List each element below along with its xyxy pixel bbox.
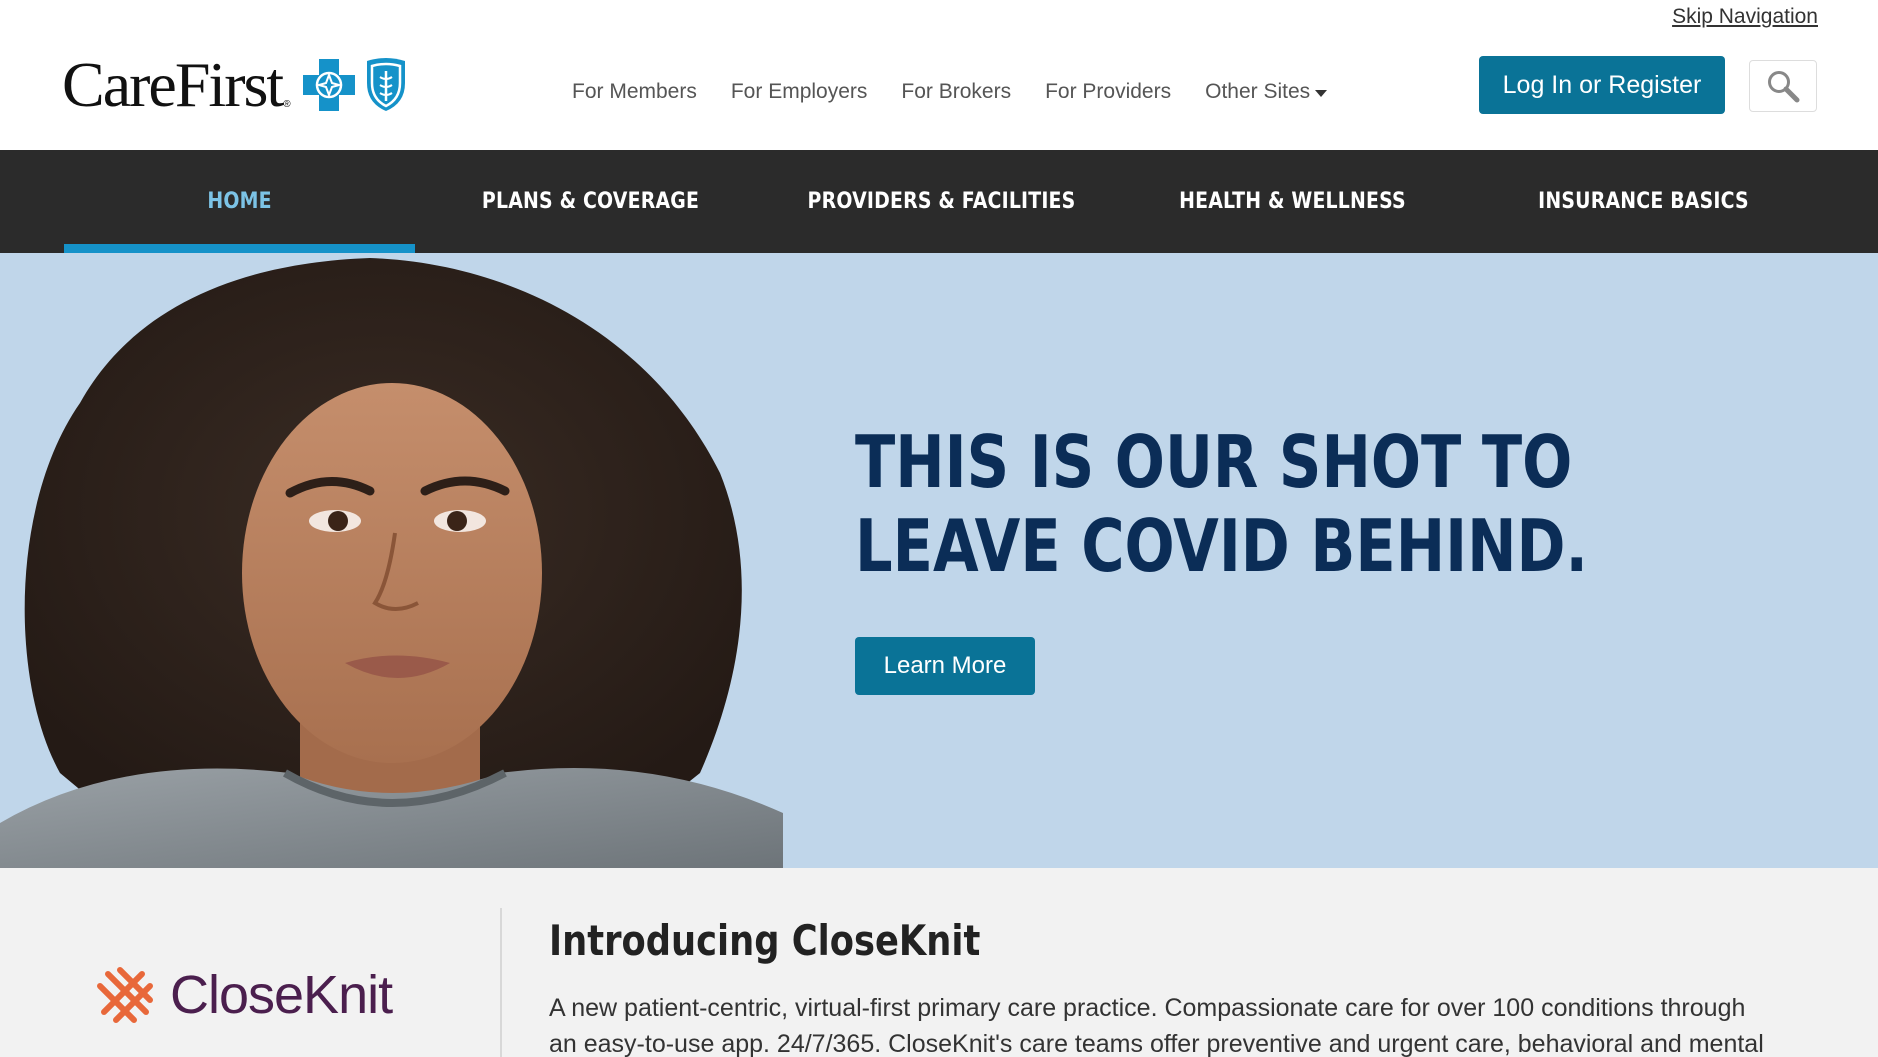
active-nav-indicator: [64, 244, 415, 253]
logo-wordmark: CareFirst: [62, 49, 284, 120]
for-providers-link[interactable]: For Providers: [1045, 80, 1171, 104]
blue-shield-icon: [366, 58, 405, 111]
site-header: Skip Navigation CareFirst ® For Members …: [0, 0, 1878, 150]
bcbs-marks: [301, 57, 409, 113]
nav-plans-coverage[interactable]: PLANS & COVERAGE: [440, 150, 742, 253]
hero-banner: THIS IS OUR SHOT TO LEAVE COVID BEHIND. …: [0, 253, 1878, 868]
promo-title: Introducing CloseKnit: [549, 916, 981, 965]
nav-home[interactable]: HOME: [89, 150, 391, 253]
search-icon: [1768, 71, 1800, 103]
hero-portrait-image: [0, 258, 783, 868]
main-navigation: HOME PLANS & COVERAGE PROVIDERS & FACILI…: [0, 150, 1878, 253]
for-employers-link[interactable]: For Employers: [731, 80, 868, 104]
closeknit-wordmark: CloseKnit: [170, 965, 393, 1025]
search-button[interactable]: [1749, 60, 1817, 112]
other-sites-label: Other Sites: [1205, 80, 1311, 103]
nav-health-wellness[interactable]: HEALTH & WELLNESS: [1142, 150, 1444, 253]
hero-headline-line-2: LEAVE COVID BEHIND.: [855, 504, 1588, 588]
closeknit-promo: CloseKnit Introducing CloseKnit A new pa…: [0, 868, 1878, 1057]
promo-description: A new patient-centric, virtual-first pri…: [549, 994, 1764, 1057]
nav-providers-facilities[interactable]: PROVIDERS & FACILITIES: [791, 150, 1093, 253]
for-members-link[interactable]: For Members: [572, 80, 697, 104]
caret-down-icon: [1315, 89, 1328, 97]
learn-more-button[interactable]: Learn More: [855, 637, 1035, 695]
login-register-button[interactable]: Log In or Register: [1479, 56, 1725, 114]
skip-navigation-link[interactable]: Skip Navigation: [1672, 5, 1818, 29]
blue-cross-icon: [302, 59, 355, 111]
closeknit-knot-icon: [97, 967, 153, 1023]
other-sites-dropdown[interactable]: Other Sites: [1205, 80, 1328, 104]
hero-headline: THIS IS OUR SHOT TO LEAVE COVID BEHIND.: [855, 420, 1593, 588]
hero-headline-line-1: THIS IS OUR SHOT TO: [855, 420, 1573, 504]
nav-insurance-basics[interactable]: INSURANCE BASICS: [1493, 150, 1795, 253]
audience-links: For Members For Employers For Brokers Fo…: [572, 80, 1361, 104]
logo-registered-mark: ®: [283, 98, 291, 110]
carefirst-logo[interactable]: CareFirst ®: [62, 52, 409, 118]
closeknit-logo[interactable]: CloseKnit: [96, 964, 393, 1026]
section-divider: [500, 908, 502, 1057]
for-brokers-link[interactable]: For Brokers: [901, 80, 1011, 104]
